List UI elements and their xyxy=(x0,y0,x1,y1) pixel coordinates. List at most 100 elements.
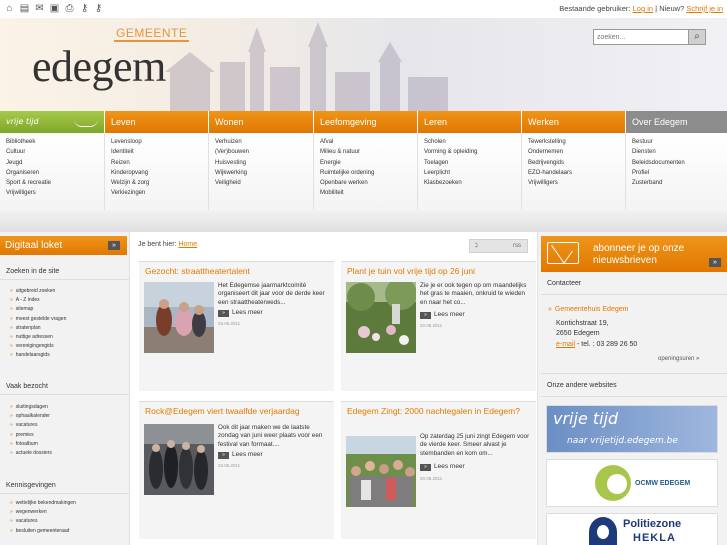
menu-item[interactable]: Veiligheid xyxy=(215,178,313,188)
read-more-link[interactable]: » Lees meer xyxy=(420,463,465,471)
menu-item[interactable]: Cultuur xyxy=(6,147,104,157)
search-button[interactable]: ⌕ xyxy=(688,30,705,44)
menu-item[interactable]: Tewerkstelling xyxy=(528,137,625,147)
list-item[interactable]: » vacatures xyxy=(10,517,76,526)
vrijetijd-logo[interactable]: vrije tijd naar vrijetijd.edegem.be xyxy=(546,405,718,453)
menu-item[interactable]: Leerplicht xyxy=(424,168,521,178)
menu-item[interactable]: Huisvesting xyxy=(215,158,313,168)
menu-item[interactable]: Mobiliteit xyxy=(320,188,417,198)
contact-block: » Gemeentehuis Edegem Kontichstraat 19, 2… xyxy=(548,305,637,350)
menu-item[interactable]: Energie xyxy=(320,158,417,168)
tab-vrije-tijd[interactable]: vrije tijd xyxy=(0,111,105,133)
list-item[interactable]: » nuttige adressen xyxy=(10,333,66,342)
site-logo[interactable]: edegem xyxy=(32,40,166,94)
menu-item[interactable]: Profiel xyxy=(632,168,727,178)
menu-item[interactable]: Vorming & opleiding xyxy=(424,147,521,157)
register-link[interactable]: Schrijf je in xyxy=(686,4,723,13)
menu-item[interactable]: Verhuizen xyxy=(215,137,313,147)
menu-item[interactable]: Bestuur xyxy=(632,137,727,147)
list-item[interactable]: » besluiten gemeenteraad xyxy=(10,527,76,536)
menu-item[interactable]: Verkiezingen xyxy=(111,188,208,198)
news-photo[interactable] xyxy=(346,282,416,353)
list-item[interactable]: » fotoalbum xyxy=(10,440,52,449)
politiezone-logo[interactable]: Politiezone HEKLA xyxy=(546,513,718,545)
list-item[interactable]: » ophaalkalender xyxy=(10,412,52,421)
menu-item[interactable]: Jeugd xyxy=(6,158,104,168)
tab-leren[interactable]: Leren xyxy=(418,111,522,133)
menu-item[interactable]: Afval xyxy=(320,137,417,147)
tab-leefomgeving[interactable]: Leefomgeving xyxy=(314,111,418,133)
email-link[interactable]: e-mail xyxy=(556,341,575,348)
ocmw-logo[interactable]: OCMW EDEGEM xyxy=(546,459,718,507)
list-item[interactable]: » sluitingsdagen xyxy=(10,403,52,412)
menu-item[interactable]: Reizen xyxy=(111,158,208,168)
login-link[interactable]: Log in xyxy=(633,4,653,13)
news-title[interactable]: Gezocht: straattheatertalent xyxy=(145,266,330,277)
menu-item[interactable]: Identiteit xyxy=(111,147,208,157)
menu-item[interactable]: Vrijwilligers xyxy=(528,178,625,188)
menu-item[interactable]: (Ver)bouwen xyxy=(215,147,313,157)
list-item[interactable]: » verenigingengids xyxy=(10,342,66,351)
read-more-link[interactable]: » Lees meer xyxy=(218,309,263,317)
news-title[interactable]: Edegem Zingt: 2000 nachtegalen in Edegem… xyxy=(347,406,532,417)
menu-item[interactable]: Vrijwilligers xyxy=(6,188,104,198)
tab-wonen[interactable]: Wonen xyxy=(209,111,314,133)
menu-item[interactable]: Zusterband xyxy=(632,178,727,188)
news-photo[interactable] xyxy=(144,424,214,495)
menu-item[interactable]: Levensloop xyxy=(111,137,208,147)
menu-item[interactable]: Scholen xyxy=(424,137,521,147)
list-item[interactable]: » wegenwerken xyxy=(10,508,76,517)
menu-item[interactable]: EZO-handelaars xyxy=(528,168,625,178)
read-more-link[interactable]: » Lees meer xyxy=(420,311,465,319)
menu-item[interactable]: Bibliotheek xyxy=(6,137,104,147)
contact-title[interactable]: » Gemeentehuis Edegem xyxy=(548,305,637,316)
double-arrow-icon[interactable]: » xyxy=(108,241,120,250)
list-item[interactable]: » wettelijke bekendmakingen xyxy=(10,499,76,508)
menu-item[interactable]: Wijkwerking xyxy=(215,168,313,178)
tab-werken[interactable]: Werken xyxy=(522,111,626,133)
tab-leven[interactable]: Leven xyxy=(105,111,209,133)
lock-icon[interactable]: ▣ xyxy=(49,3,60,14)
key2-icon[interactable]: ⚷ xyxy=(93,3,104,14)
menu-item[interactable]: Ruimtelijke ordening xyxy=(320,168,417,178)
news-title[interactable]: Plant je tuin vol vrije tijd op 26 juni xyxy=(347,266,532,277)
menu-item[interactable]: Openbare werken xyxy=(320,178,417,188)
opening-hours-link[interactable]: openingsuren » xyxy=(658,356,699,362)
menu-item[interactable]: Ondernemen xyxy=(528,147,625,157)
printer-icon[interactable]: ▤ xyxy=(19,3,30,14)
menu-item[interactable]: Sport & recreatie xyxy=(6,178,104,188)
home-icon[interactable]: ⌂ xyxy=(4,3,15,14)
key-icon[interactable]: ⚷ xyxy=(79,3,90,14)
list-item[interactable]: » actuele dossiers xyxy=(10,449,52,458)
tab-over-edegem[interactable]: Over Edegem xyxy=(626,111,727,133)
news-title[interactable]: Rock@Edegem viert twaalfde verjaardag xyxy=(145,406,330,417)
news-photo[interactable] xyxy=(144,282,214,353)
breadcrumb-home-link[interactable]: Home xyxy=(178,241,197,248)
search-input[interactable] xyxy=(594,30,689,44)
news-photo[interactable] xyxy=(346,436,416,507)
list-item[interactable]: » uitgebreid zoeken xyxy=(10,287,66,296)
list-item[interactable]: » vacatures xyxy=(10,421,52,430)
list-item[interactable]: » sitemap xyxy=(10,305,66,314)
menu-item[interactable]: Beleidsdocumenten xyxy=(632,158,727,168)
rss-box[interactable]: ℷ rss xyxy=(469,239,528,253)
list-item[interactable]: » premies xyxy=(10,431,52,440)
read-more-link[interactable]: » Lees meer xyxy=(218,451,263,459)
menu-item[interactable]: Toelagen xyxy=(424,158,521,168)
login-line: Bestaande gebruiker: Log in | Nieuw? Sch… xyxy=(559,4,723,13)
list-item[interactable]: » A - Z index xyxy=(10,296,66,305)
newsletter-box[interactable]: abonneer je op onze nieuwsbrieven » xyxy=(541,236,727,272)
menu-item[interactable]: Bedrijvengids xyxy=(528,158,625,168)
list-item[interactable]: » stratenplan xyxy=(10,324,66,333)
menu-item[interactable]: Kinderopvang xyxy=(111,168,208,178)
double-arrow-icon[interactable]: » xyxy=(709,258,721,267)
mail-icon[interactable]: ✉ xyxy=(34,3,45,14)
menu-item[interactable]: Organiseren xyxy=(6,168,104,178)
list-item[interactable]: » meest gestelde vragen xyxy=(10,315,66,324)
menu-item[interactable]: Milieu & natuur xyxy=(320,147,417,157)
menu-item[interactable]: Welzijn & zorg xyxy=(111,178,208,188)
menu-item[interactable]: Diensten xyxy=(632,147,727,157)
list-item[interactable]: » handelaarsgids xyxy=(10,351,66,360)
print-icon[interactable]: ⎙ xyxy=(64,3,75,14)
menu-item[interactable]: Klasbezoeken xyxy=(424,178,521,188)
